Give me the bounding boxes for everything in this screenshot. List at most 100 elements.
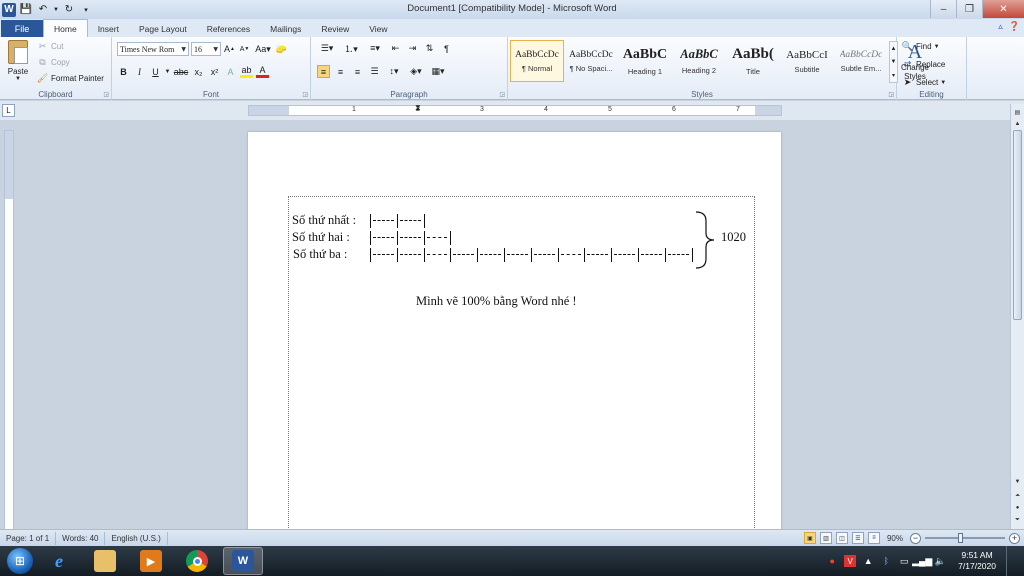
volume-icon[interactable]: 🔈 bbox=[934, 555, 946, 567]
subscript-icon[interactable]: x₂ bbox=[192, 65, 205, 78]
tab-file[interactable]: File bbox=[1, 20, 43, 37]
drawing-canvas[interactable]: Số thứ nhất : Số thứ hai : Số thứ ba : 1… bbox=[288, 196, 755, 556]
format-painter-button[interactable]: 🖌 Format Painter bbox=[36, 72, 104, 85]
multilevel-list-icon[interactable]: ≡▾ bbox=[365, 42, 385, 55]
align-right-icon[interactable]: ≡ bbox=[351, 65, 364, 78]
clock[interactable]: 9:51 AM 7/17/2020 bbox=[958, 550, 996, 572]
grow-font-icon[interactable]: A ▲ bbox=[223, 43, 236, 56]
tab-view[interactable]: View bbox=[359, 20, 397, 37]
font-name-combo[interactable]: Times New Rom ▼ bbox=[117, 42, 189, 56]
superscript-icon[interactable]: x² bbox=[208, 65, 221, 78]
style-no-spacing[interactable]: AaBbCcDc ¶ No Spaci... bbox=[564, 40, 618, 82]
font-size-combo[interactable]: 16 ▼ bbox=[191, 42, 221, 56]
tab-home[interactable]: Home bbox=[43, 19, 88, 37]
copy-button[interactable]: ⧉ Copy bbox=[36, 56, 104, 69]
zoom-slider-thumb[interactable] bbox=[957, 533, 963, 543]
tab-insert[interactable]: Insert bbox=[88, 20, 129, 37]
dialog-launcher-icon[interactable]: ◲ bbox=[888, 91, 894, 98]
show-formatting-marks-icon[interactable]: ¶ bbox=[440, 42, 453, 55]
show-hidden-icons[interactable]: ▲ bbox=[862, 555, 874, 567]
zoom-level[interactable]: 90% bbox=[887, 534, 903, 543]
redo-icon[interactable]: ↻ bbox=[62, 3, 76, 17]
style-heading-1[interactable]: AaBbC Heading 1 bbox=[618, 40, 672, 82]
antivirus-icon[interactable]: ● bbox=[826, 555, 838, 567]
save-icon[interactable]: 💾 bbox=[19, 3, 33, 17]
previous-page-icon[interactable]: ⏶ bbox=[1011, 490, 1024, 502]
select-button[interactable]: ➤ Select ▼ bbox=[901, 76, 946, 89]
style-subtle-emphasis[interactable]: AaBbCcDc Subtle Em... bbox=[834, 40, 888, 82]
dialog-launcher-icon[interactable]: ◲ bbox=[499, 91, 505, 98]
scroll-thumb[interactable] bbox=[1013, 130, 1022, 320]
start-button[interactable]: ⊞ bbox=[7, 548, 33, 574]
dialog-launcher-icon[interactable]: ◲ bbox=[103, 91, 109, 98]
print-layout-icon[interactable]: ▣ bbox=[803, 532, 816, 544]
taskbar-word[interactable]: W bbox=[223, 547, 263, 575]
vertical-scrollbar[interactable]: ▤ ▲ ▼ ⏶ ● ⏷ bbox=[1010, 104, 1024, 529]
zoom-slider[interactable] bbox=[925, 533, 1005, 543]
ruler-toggle-icon[interactable]: ▤ bbox=[1011, 106, 1024, 118]
italic-icon[interactable]: I bbox=[133, 65, 146, 78]
tab-references[interactable]: References bbox=[197, 20, 260, 37]
next-page-icon[interactable]: ⏷ bbox=[1011, 514, 1024, 526]
indent-marker-icon[interactable]: ⧗ bbox=[415, 103, 421, 113]
outline-icon[interactable]: ☰ bbox=[851, 532, 864, 544]
numbering-icon[interactable]: ⒈▾ bbox=[341, 42, 361, 55]
strikethrough-icon[interactable]: abc bbox=[173, 65, 189, 78]
text-effects-icon[interactable]: A bbox=[224, 65, 237, 78]
minimize-ribbon-icon[interactable]: ▵ bbox=[998, 21, 1003, 32]
tab-mailings[interactable]: Mailings bbox=[260, 20, 311, 37]
draft-icon[interactable]: ≡ bbox=[867, 532, 880, 544]
style-heading-2[interactable]: AaBbC Heading 2 bbox=[672, 40, 726, 82]
bullets-icon[interactable]: ☰▾ bbox=[317, 42, 337, 55]
paste-button[interactable]: Paste ▼ bbox=[4, 40, 32, 84]
decrease-indent-icon[interactable]: ⇤ bbox=[389, 42, 402, 55]
help-icon[interactable]: ❓ bbox=[1009, 21, 1020, 32]
web-layout-icon[interactable]: ◫ bbox=[835, 532, 848, 544]
word-count[interactable]: Words: 40 bbox=[56, 531, 106, 545]
close-button[interactable]: ✕ bbox=[982, 0, 1024, 18]
full-screen-reading-icon[interactable]: ▥ bbox=[819, 532, 832, 544]
justify-icon[interactable]: ☰ bbox=[368, 65, 381, 78]
highlight-color-icon[interactable]: ab bbox=[240, 65, 253, 78]
font-color-icon[interactable]: A bbox=[256, 65, 269, 78]
device-icon[interactable]: ▭ bbox=[898, 555, 910, 567]
bold-icon[interactable]: B bbox=[117, 65, 130, 78]
chevron-down-icon[interactable]: ▼ bbox=[165, 65, 171, 78]
clear-formatting-icon[interactable]: 🧽 bbox=[275, 43, 288, 56]
shrink-font-icon[interactable]: A ▼ bbox=[238, 43, 251, 56]
minimize-button[interactable]: – bbox=[930, 0, 956, 18]
document-page[interactable]: Số thứ nhất : Số thứ hai : Số thứ ba : 1… bbox=[248, 132, 781, 556]
restore-button[interactable]: ❐ bbox=[956, 0, 982, 18]
taskbar-ie[interactable]: e bbox=[39, 547, 79, 575]
browse-object-icon[interactable]: ● bbox=[1011, 502, 1024, 514]
line-spacing-icon[interactable]: ↕▾ bbox=[385, 65, 403, 78]
horizontal-ruler[interactable]: 1 2 3 4 5 6 7 ⧗ bbox=[248, 103, 782, 116]
change-case-icon[interactable]: Aa▾ bbox=[253, 43, 273, 56]
scroll-down-icon[interactable]: ▼ bbox=[1011, 476, 1024, 488]
show-desktop-button[interactable] bbox=[1006, 546, 1016, 576]
taskbar-media-player[interactable]: ▶ bbox=[131, 547, 171, 575]
vertical-ruler[interactable] bbox=[4, 130, 14, 530]
taskbar-chrome[interactable] bbox=[177, 547, 217, 575]
tab-selector[interactable]: L bbox=[2, 104, 15, 117]
security-icon[interactable]: V bbox=[844, 555, 857, 567]
word-app-icon[interactable]: W bbox=[2, 2, 16, 17]
network-icon[interactable]: ▂▄▆ bbox=[912, 555, 932, 567]
underline-icon[interactable]: U bbox=[149, 65, 162, 78]
align-left-icon[interactable]: ≡ bbox=[317, 65, 330, 78]
zoom-in-icon[interactable]: + bbox=[1009, 532, 1020, 544]
chevron-down-icon[interactable]: ▼ bbox=[891, 59, 897, 65]
borders-icon[interactable]: ▦▾ bbox=[429, 65, 447, 78]
replace-button[interactable]: ⇄ Replace bbox=[901, 58, 946, 71]
undo-icon[interactable]: ↶ bbox=[36, 3, 50, 17]
page-count[interactable]: Page: 1 of 1 bbox=[0, 531, 57, 545]
chevron-down-icon[interactable]: ▼ bbox=[53, 3, 59, 17]
cut-button[interactable]: ✂ Cut bbox=[36, 40, 104, 53]
bluetooth-icon[interactable]: ᛒ bbox=[880, 555, 892, 567]
language[interactable]: English (U.S.) bbox=[105, 531, 168, 545]
scroll-up-icon[interactable]: ▲ bbox=[1011, 118, 1024, 130]
style-title[interactable]: AaBb( Title bbox=[726, 40, 780, 82]
sort-icon[interactable]: ⇅ bbox=[423, 42, 436, 55]
dialog-launcher-icon[interactable]: ◲ bbox=[302, 91, 308, 98]
more-icon[interactable]: ▾ bbox=[892, 72, 895, 79]
